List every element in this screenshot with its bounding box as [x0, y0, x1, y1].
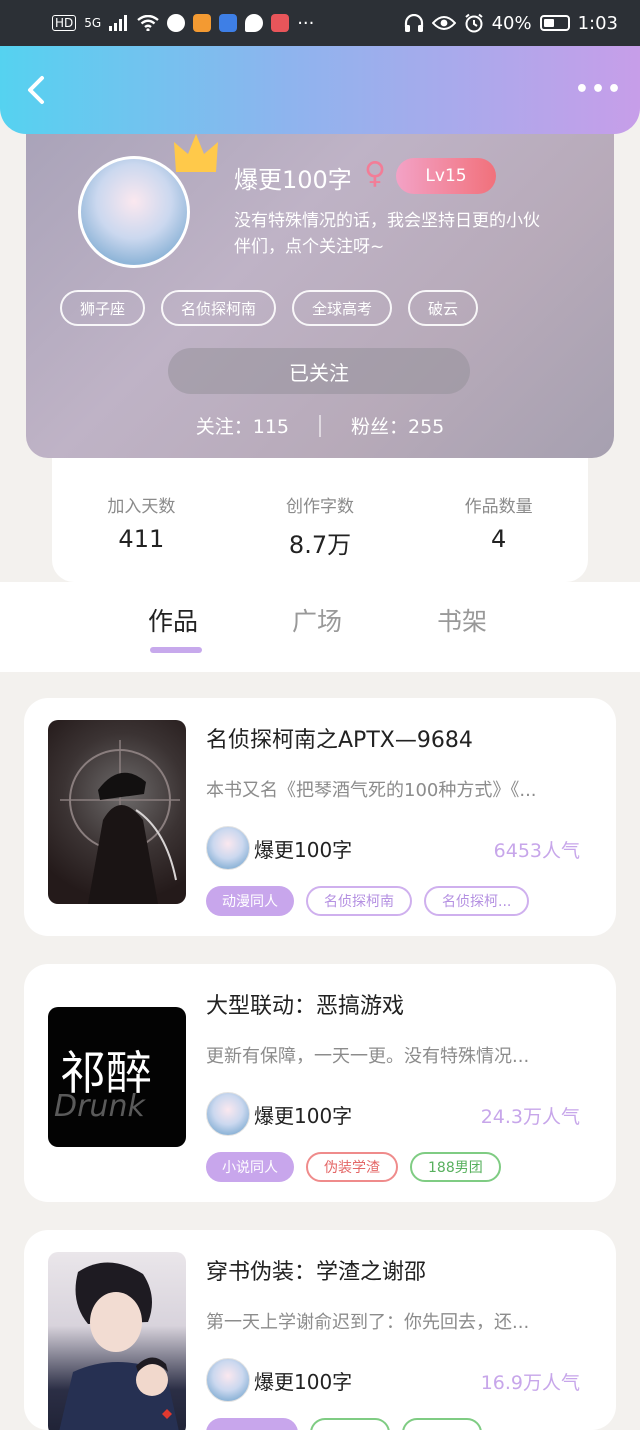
mail-app-icon — [271, 14, 290, 32]
stat-days: 加入天数 411 — [52, 440, 231, 582]
profile-tag[interactable]: 名侦探柯南 — [161, 290, 277, 326]
stats-panel: 加入天数 411 创作字数 8.7万 作品数量 4 — [52, 440, 588, 582]
video-app-icon — [193, 14, 212, 32]
counts-divider — [319, 414, 321, 437]
female-gender-icon: ♀ — [364, 156, 386, 191]
book-tag-partial[interactable] — [402, 1418, 482, 1430]
book-tag[interactable]: 188男团 — [410, 1152, 501, 1182]
stat-value: 8.7万 — [288, 531, 352, 559]
header-bar: ••• — [0, 46, 640, 134]
book-tag[interactable]: 小说同人 — [206, 1152, 294, 1182]
stat-value: 411 — [118, 525, 165, 553]
profile-tag[interactable]: 狮子座 — [60, 290, 146, 326]
book-tag[interactable]: 名侦探柯南 — [306, 886, 412, 916]
active-tab-indicator — [150, 647, 202, 653]
headphones-icon — [404, 14, 423, 32]
profile-tags: 狮子座 名侦探柯南 全球高考 破云 — [60, 290, 479, 326]
clock-time: 1:03 — [577, 12, 618, 34]
profile-bio: 没有特殊情况的话，我会坚持日更的小伙伴们，点个关注呀~ — [234, 211, 540, 257]
battery-percent: 40% — [491, 12, 532, 34]
book-tag[interactable]: 动漫同人 — [206, 886, 294, 916]
cover-subtitle: Drunk — [54, 1089, 145, 1124]
tab-works[interactable]: 作品 — [148, 602, 198, 638]
cover-art — [59, 1262, 179, 1430]
book-description: 本书又名《把琴酒气死的100种方式》《... — [206, 780, 537, 801]
profile-tag[interactable]: 全球高考 — [292, 290, 393, 326]
book-author: 爆更100字 — [254, 838, 353, 862]
author-avatar — [206, 1358, 250, 1402]
stat-words: 创作字数 8.7万 — [231, 440, 410, 582]
more-options-button[interactable]: ••• — [574, 74, 624, 104]
following-count[interactable]: 关注：115 — [196, 412, 289, 439]
follow-counts: 关注：115 粉丝：255 — [26, 412, 614, 439]
message-icon — [245, 14, 264, 32]
stat-label: 作品数量 — [464, 497, 533, 517]
status-right: 40% 1:03 — [404, 13, 618, 34]
book-popularity: 16.9万人气 — [480, 1372, 580, 1394]
stat-label: 创作字数 — [286, 497, 354, 517]
book-author: 爆更100字 — [254, 1370, 353, 1394]
followers-count[interactable]: 粉丝：255 — [351, 412, 444, 439]
network-indicator: 5G — [84, 16, 102, 30]
stat-value: 4 — [491, 525, 507, 553]
book-tag-partial[interactable] — [310, 1418, 390, 1430]
follow-button[interactable]: 已关注 — [168, 348, 470, 394]
eye-icon — [431, 16, 456, 30]
book-card[interactable]: 穿书伪装：学渣之谢邵 第一天上学谢俞迟到了：你先回去，还... 爆更100字 1… — [24, 1230, 616, 1430]
back-button[interactable] — [18, 72, 54, 108]
profile-tag[interactable]: 破云 — [408, 290, 479, 326]
signal-icon — [109, 15, 128, 31]
chevron-left-icon — [28, 76, 44, 104]
more-notifications-icon: ··· — [297, 12, 315, 34]
alarm-icon — [464, 13, 483, 33]
book-card[interactable]: 名侦探柯南之APTX—9684 本书又名《把琴酒气死的100种方式》《... 爆… — [24, 698, 616, 936]
book-title: 名侦探柯南之APTX—9684 — [206, 728, 473, 753]
author-avatar — [206, 826, 250, 870]
stat-works: 作品数量 4 — [409, 440, 588, 582]
book-title: 穿书伪装：学渣之谢邵 — [206, 1260, 427, 1285]
tab-bar: 作品 广场 书架 — [0, 582, 640, 672]
hd-indicator: HD — [52, 15, 77, 31]
wifi-icon — [137, 15, 159, 31]
crown-icon — [174, 134, 218, 172]
book-cover — [48, 720, 186, 904]
level-badge: Lv15 — [396, 158, 496, 194]
book-description: 更新有保障，一天一更。没有特殊情况... — [206, 1046, 530, 1067]
book-title: 大型联动：恶搞游戏 — [206, 994, 405, 1019]
book-cover: 祁醉 Drunk — [48, 1007, 186, 1147]
book-tags: 动漫同人 名侦探柯南 名侦探柯... — [206, 886, 530, 916]
book-tag[interactable]: 名侦探柯... — [424, 886, 530, 916]
book-card[interactable]: 祁醉 Drunk 大型联动：恶搞游戏 更新有保障，一天一更。没有特殊情况... … — [24, 964, 616, 1202]
book-tags: 小说同人 伪装学渣 188男团 — [206, 1152, 501, 1182]
tab-square[interactable]: 广场 — [292, 602, 342, 638]
status-left: HD 5G ··· — [52, 13, 314, 34]
profile-card: 爆更100字 ♀ Lv15 没有特殊情况的话，我会坚持日更的小伙伴们，点个关注呀… — [26, 110, 614, 458]
book-cover — [48, 1252, 186, 1430]
book-tags — [206, 1418, 482, 1430]
app-notification-icon — [167, 14, 186, 32]
book-tag[interactable]: 伪装学渣 — [306, 1152, 398, 1182]
status-bar: HD 5G ··· 40% 1:03 — [0, 0, 640, 46]
stat-label: 加入天数 — [107, 497, 176, 517]
author-avatar — [206, 1092, 250, 1136]
book-popularity: 6453人气 — [493, 840, 580, 862]
book-author: 爆更100字 — [254, 1104, 353, 1128]
cover-art — [60, 740, 180, 904]
book-description: 第一天上学谢俞迟到了：你先回去，还... — [206, 1312, 530, 1333]
more-dots-icon: ••• — [574, 76, 624, 102]
battery-icon — [539, 15, 570, 31]
bulb-app-icon — [219, 14, 238, 32]
tab-bookshelf[interactable]: 书架 — [437, 602, 487, 638]
book-popularity: 24.3万人气 — [480, 1106, 580, 1128]
book-tag-partial[interactable] — [206, 1418, 298, 1430]
profile-nickname: 爆更100字 — [234, 166, 352, 194]
